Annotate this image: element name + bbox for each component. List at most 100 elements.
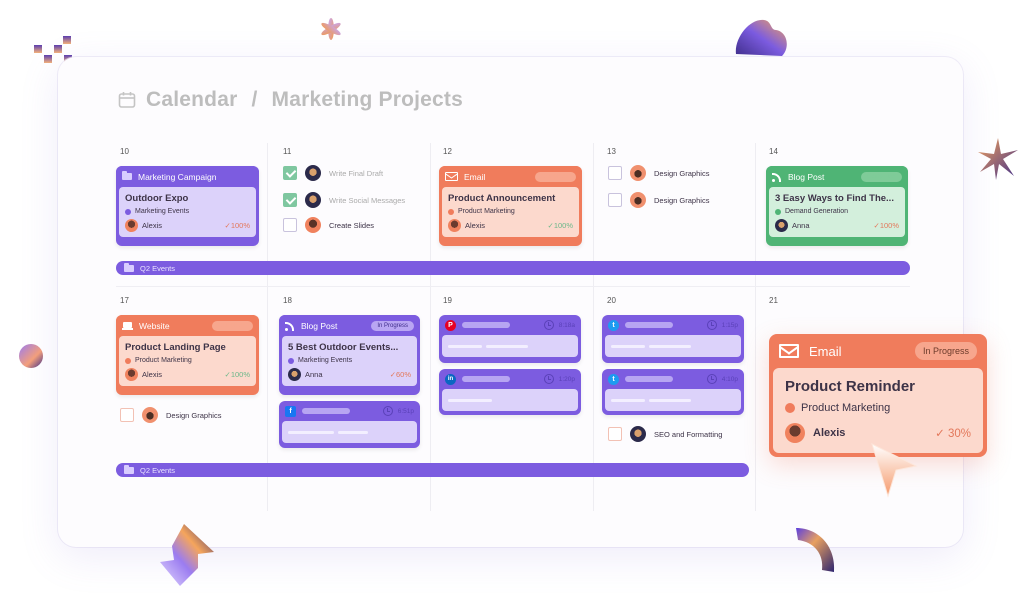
q2-events-bar[interactable]: Q2 Events [116, 261, 910, 275]
column-divider [593, 143, 594, 511]
clock-icon [543, 320, 554, 330]
task-checkbox[interactable] [120, 408, 134, 422]
task-checkbox[interactable] [283, 166, 297, 180]
laptop-icon [122, 321, 133, 330]
social-post-twitter[interactable]: t 1:15p [602, 315, 744, 363]
card-type: Blog Post [301, 320, 338, 331]
progress-percent: ✓60% [389, 370, 411, 379]
blob-decoration [735, 19, 787, 56]
dragged-email-card[interactable]: Email In Progress Product Reminder Produ… [769, 334, 987, 457]
task-checkbox[interactable] [283, 193, 297, 207]
assignee-name: Anna [792, 221, 810, 230]
status-badge: Completed [534, 171, 576, 182]
arc-decoration [796, 528, 835, 572]
avatar [775, 219, 788, 232]
linkedin-icon: in [445, 373, 456, 385]
clock-icon [706, 320, 717, 330]
day-number: 17 [120, 296, 129, 305]
task-checkbox[interactable] [608, 166, 622, 180]
avatar [630, 192, 646, 208]
card-title: Product Landing Page [125, 342, 226, 353]
progress-percent: ✓100% [224, 370, 250, 379]
social-post-linkedin[interactable]: in 1:20p [439, 369, 581, 415]
twitter-icon: t [608, 373, 619, 385]
post-time: 8:18a [558, 321, 575, 329]
card-type: Email [809, 343, 842, 359]
task-checkbox[interactable] [608, 427, 622, 441]
q2-events-bar[interactable]: Q2 Events [116, 463, 749, 477]
task-item[interactable]: Write Social Messages [283, 192, 405, 208]
clock-icon [543, 374, 554, 384]
avatar [630, 426, 646, 442]
card-tag: Demand Generation [785, 208, 849, 215]
task-label: Design Graphics [654, 168, 710, 178]
card-type: Email [464, 171, 486, 182]
rss-icon [772, 172, 782, 182]
task-checkbox[interactable] [283, 218, 297, 232]
breadcrumb-root[interactable]: Calendar [146, 88, 237, 112]
progress-percent: ✓100% [547, 221, 573, 230]
avatar [125, 368, 138, 381]
avatar [142, 407, 158, 423]
post-preview [282, 421, 417, 443]
card-tag: Product Marketing [801, 402, 891, 414]
status-badge: Completed [211, 320, 253, 331]
folder-icon [124, 464, 134, 474]
social-post-facebook[interactable]: f 6:51p [279, 401, 420, 448]
task-item[interactable]: SEO and Formatting [608, 426, 722, 442]
card-title: 5 Best Outdoor Events... [288, 342, 399, 353]
pinterest-icon: P [445, 319, 456, 331]
day-number: 10 [120, 147, 129, 156]
post-preview [605, 335, 741, 357]
task-item[interactable]: Write Final Draft [283, 165, 383, 181]
assignee-name: Alexis [465, 221, 486, 230]
folder-icon [122, 171, 132, 180]
blog-post-card[interactable]: Blog Post Completed 3 Easy Ways to Find … [766, 166, 908, 246]
rss-icon [285, 321, 295, 331]
bolt-decoration [160, 524, 214, 586]
day-number: 20 [607, 296, 616, 305]
card-tag: Product Marketing [135, 357, 192, 364]
social-post-pinterest[interactable]: P 8:18a [439, 315, 581, 363]
website-card[interactable]: Website Completed Product Landing Page P… [116, 315, 259, 395]
task-item[interactable]: Design Graphics [608, 165, 709, 181]
tag-dot-icon [448, 208, 454, 215]
card-title: Product Announcement [448, 193, 556, 204]
placeholder-text [462, 376, 510, 382]
progress-percent: ✓ 30% [935, 428, 971, 440]
day-number: 21 [769, 296, 778, 305]
post-preview [442, 389, 578, 411]
column-divider [267, 143, 268, 511]
column-divider [430, 143, 431, 511]
tag-dot-icon [125, 208, 131, 215]
post-time: 4:10p [721, 375, 738, 383]
social-post-twitter[interactable]: t 4:10p [602, 369, 744, 415]
cursor-arrow-icon [871, 443, 918, 498]
day-number: 11 [283, 147, 292, 156]
post-time: 1:15p [721, 321, 738, 329]
avatar [305, 192, 321, 208]
card-type: Marketing Campaign [138, 171, 217, 182]
task-item[interactable]: Design Graphics [608, 192, 709, 208]
progress-percent: ✓100% [224, 221, 250, 230]
week-divider [116, 286, 910, 287]
task-item[interactable]: Design Graphics [120, 407, 221, 423]
breadcrumb-current: Marketing Projects [271, 88, 464, 111]
task-label: Design Graphics [654, 195, 710, 205]
breadcrumb-separator: / [251, 88, 258, 111]
avatar [288, 368, 301, 381]
task-item[interactable]: Create Slides [283, 217, 374, 233]
task-checkbox[interactable] [608, 193, 622, 207]
day-number: 12 [443, 147, 452, 156]
email-card[interactable]: Email Completed Product Announcement Pro… [439, 166, 582, 246]
assignee-name: Alexis [142, 370, 163, 379]
placeholder-text [302, 408, 350, 414]
breadcrumb: Calendar / Marketing Projects [118, 88, 463, 112]
card-title: Product Reminder [785, 378, 916, 395]
twitter-icon: t [608, 319, 619, 331]
tag-dot-icon [785, 403, 795, 413]
status-badge: In Progress [371, 320, 414, 331]
blog-post-card[interactable]: Blog Post In Progress 5 Best Outdoor Eve… [279, 315, 420, 395]
campaign-card[interactable]: Marketing Campaign Outdoor Expo Marketin… [116, 166, 259, 246]
placeholder-text [625, 376, 673, 382]
